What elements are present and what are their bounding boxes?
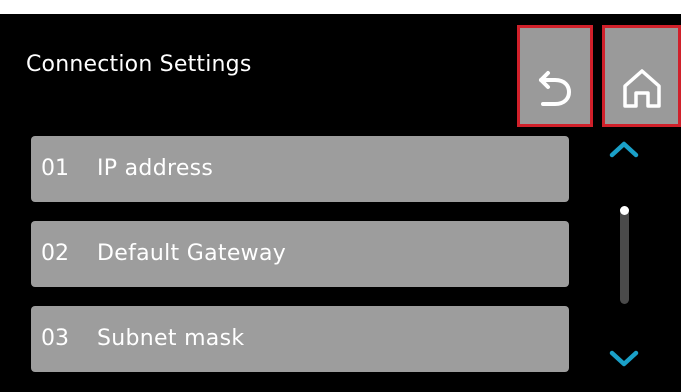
back-button[interactable] [517, 25, 593, 127]
list-item-label: Default Gateway [97, 241, 287, 266]
scroll-up-button[interactable] [604, 136, 644, 162]
list-item-subnet-mask[interactable]: 03 Subnet mask [31, 306, 569, 372]
list-item-label: IP address [97, 156, 214, 181]
list-item-default-gateway[interactable]: 02 Default Gateway [31, 221, 569, 287]
list-item-number: 02 [41, 241, 69, 266]
list-item-label: Subnet mask [97, 326, 245, 351]
page-title: Connection Settings [26, 52, 252, 77]
scrollbar-track[interactable] [620, 206, 629, 304]
chevron-down-icon [609, 350, 639, 367]
list-item-number: 03 [41, 326, 69, 351]
home-button[interactable] [602, 25, 681, 127]
scrollbar-thumb[interactable] [620, 206, 629, 215]
back-arrow-icon [539, 71, 572, 106]
home-icon [622, 69, 661, 108]
scroll-down-button[interactable] [604, 346, 644, 372]
list-item-number: 01 [41, 156, 69, 181]
chevron-up-icon [609, 141, 639, 158]
device-screen: Connection Settings 01 IP address 02 Def… [0, 14, 681, 392]
list-item-ip-address[interactable]: 01 IP address [31, 136, 569, 202]
